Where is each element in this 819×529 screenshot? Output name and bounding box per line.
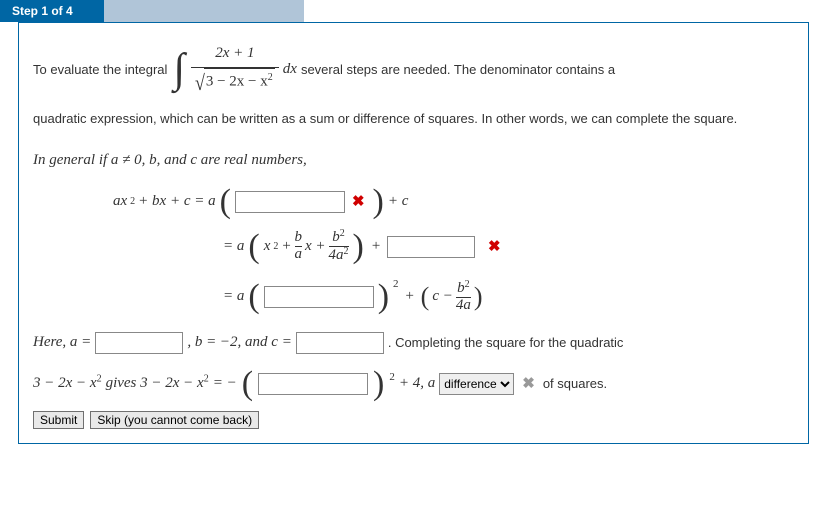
- eq2-pre: = a: [223, 238, 244, 255]
- page: Step 1 of 4 To evaluate the integral ∫ 2…: [0, 0, 819, 529]
- sqrt-icon: √ 3 − 2x − x2: [195, 68, 275, 99]
- eq3-plus: +: [405, 288, 415, 305]
- general-condition: In general if a ≠ 0, b, and c are real n…: [33, 152, 307, 168]
- step-progress-bar: [104, 0, 304, 22]
- eq2-frac-b2-over-4a2: b2 4a2: [329, 229, 349, 264]
- eq1-tail: + c: [388, 193, 409, 210]
- eq3-blank-input[interactable]: [264, 286, 374, 308]
- equation-row-1: ax2 + bx + c = a ( ✖ ) + c: [113, 190, 794, 214]
- frac-num: 2x + 1: [215, 45, 254, 61]
- intro-line-1: To evaluate the integral ∫ 2x + 1 √ 3 − …: [33, 41, 794, 98]
- button-row: Submit Skip (you cannot come back): [33, 411, 794, 429]
- final-row: 3 − 2x − x2 gives 3 − 2x − x2 = − ( )2 +…: [33, 370, 794, 397]
- frac-den-text: 3 − 2x − x: [206, 73, 268, 89]
- here-row: Here, a = , b = −2, and c = . Completing…: [33, 329, 794, 356]
- step-label: Step 1 of 4: [0, 0, 104, 22]
- integral-icon: ∫: [173, 55, 185, 84]
- final-t1: 3 − 2x − x: [33, 375, 97, 391]
- here-t1: Here, a =: [33, 329, 91, 356]
- equation-row-3: = a ( )2 + ( c − b2 4a ): [223, 280, 794, 314]
- content-box: To evaluate the integral ∫ 2x + 1 √ 3 − …: [18, 22, 809, 444]
- eq1-lhs-b: + bx + c = a: [138, 193, 215, 210]
- final-t2: gives 3 − 2x − x: [106, 375, 204, 391]
- dx: dx: [283, 57, 297, 83]
- skip-button[interactable]: Skip (you cannot come back): [90, 411, 259, 429]
- intro-line-3: In general if a ≠ 0, b, and c are real n…: [33, 148, 794, 174]
- eq2-xplus: x +: [305, 238, 326, 255]
- eq2-plus2: +: [371, 238, 381, 255]
- c-value-input[interactable]: [296, 332, 384, 354]
- intro-text-2: several steps are needed. The denominato…: [301, 59, 615, 81]
- here-t3: . Completing the square for the quadrati…: [388, 331, 624, 354]
- eq2-x: x: [264, 238, 271, 255]
- here-t2: , b = −2, and c =: [187, 329, 292, 356]
- eq3-cminus: c −: [432, 288, 453, 305]
- eq2-plus1: +: [281, 238, 291, 255]
- equation-row-2: = a ( x2 + b a x + b2 4a2 ) + ✖: [223, 229, 794, 264]
- step-header: Step 1 of 4: [0, 0, 819, 22]
- final-t4: + 4, a: [399, 370, 435, 397]
- final-eq: = −: [213, 370, 237, 397]
- intro-line-2: quadratic expression, which can be writt…: [33, 108, 794, 130]
- a-value-input[interactable]: [95, 332, 183, 354]
- eq1-blank-input[interactable]: [235, 191, 345, 213]
- incorrect-icon: ✖: [352, 192, 365, 211]
- final-t5: of squares.: [543, 372, 607, 395]
- intro-text-1: To evaluate the integral: [33, 59, 167, 81]
- eq3-frac-b2-over-4a: b2 4a: [456, 280, 471, 314]
- eq2-frac-b-over-a: b a: [295, 230, 303, 263]
- difference-select[interactable]: difference: [439, 373, 514, 395]
- eq2-blank-input[interactable]: [387, 236, 475, 258]
- eq1-lhs-a: ax: [113, 193, 127, 210]
- eq3-pre: = a: [223, 288, 244, 305]
- submit-button[interactable]: Submit: [33, 411, 84, 429]
- final-blank-input[interactable]: [258, 373, 368, 395]
- integrand-fraction: 2x + 1 √ 3 − 2x − x2: [191, 41, 279, 98]
- incorrect-icon: ✖: [488, 237, 501, 256]
- dropdown-status-icon: ✖: [522, 370, 535, 397]
